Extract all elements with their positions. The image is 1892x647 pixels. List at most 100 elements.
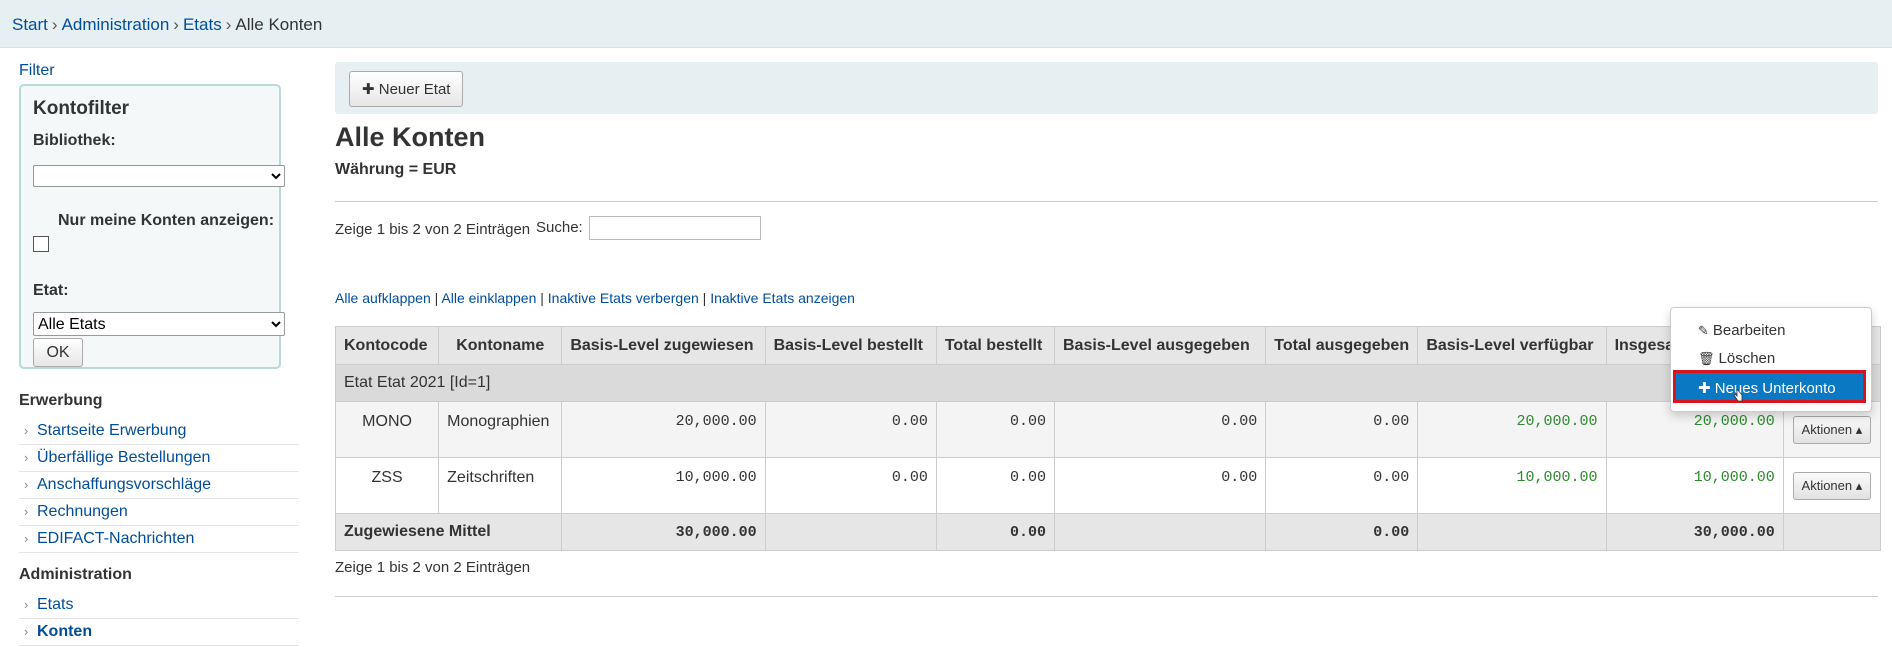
cell-value: 0.00	[935, 457, 1055, 514]
table-row: ZSS Zeitschriften 10,000.00 0.00 0.00 0.…	[334, 457, 1882, 514]
column-header[interactable]: Total bestellt	[935, 326, 1055, 365]
total-value: 0.00	[1265, 513, 1419, 551]
toolbar: ✚ Neuer Etat	[335, 62, 1878, 114]
column-header[interactable]: Kontoname	[438, 326, 563, 365]
chevron-right-icon: ›	[24, 477, 29, 492]
etat-label: Etat:	[33, 282, 69, 299]
cell-value: 0.00	[1053, 401, 1267, 458]
search-label: Suche:	[536, 219, 583, 236]
divider	[335, 596, 1878, 597]
nav-item-invoices[interactable]: › Rechnungen	[19, 499, 299, 526]
table-row: MONO Monographien 20,000.00 0.00 0.00 0.…	[334, 401, 1882, 458]
etat-select[interactable]: Alle Etats	[33, 312, 285, 336]
nav-item-label[interactable]: EDIFACT-Nachrichten	[37, 530, 194, 547]
column-header[interactable]: Basis-Level zugewiesen	[561, 326, 766, 365]
breadcrumb-separator: ›	[173, 15, 179, 34]
menu-item-label: Bearbeiten	[1712, 322, 1786, 339]
new-etat-button[interactable]: ✚ Neuer Etat	[349, 71, 464, 107]
column-header[interactable]: Basis-Level bestellt	[764, 326, 937, 365]
show-inactive-link[interactable]: Inaktive Etats anzeigen	[710, 290, 855, 306]
breadcrumb-bar: Start › Administration › Etats › Alle Konten	[0, 0, 1892, 48]
column-header[interactable]: Basis-Level ausgegeben	[1053, 326, 1267, 365]
column-header[interactable]: Basis-Level verfügbar	[1417, 326, 1607, 365]
cell-value: 0.00	[935, 401, 1055, 458]
filter-title: Kontofilter	[33, 98, 130, 119]
nav-item-etats[interactable]: › Etats	[19, 592, 299, 619]
nav-item-label[interactable]: Startseite Erwerbung	[37, 422, 186, 439]
menu-item-label: Löschen	[1718, 350, 1776, 367]
sidebar: Filter Kontofilter Bibliothek: Nur meine…	[19, 62, 299, 646]
plus-icon: ✚	[1698, 380, 1711, 397]
account-filter-box: Kontofilter Bibliothek: Nur meine Konten…	[19, 84, 285, 369]
expand-all-link[interactable]: Alle aufklappen	[335, 290, 431, 306]
nav-item-label[interactable]: Etats	[37, 596, 73, 613]
filter-link[interactable]: Filter	[19, 62, 55, 79]
cell-value: 10,000.00	[561, 457, 766, 514]
breadcrumb-separator: ›	[225, 15, 232, 34]
library-label: Bibliothek:	[33, 132, 116, 149]
total-row: Zugewiesene Mittel 30,000.00 0.00 0.00 3…	[334, 513, 1882, 551]
chevron-right-icon: ›	[24, 531, 29, 546]
chevron-right-icon: ›	[24, 450, 29, 465]
new-etat-label: Neuer Etat	[378, 81, 451, 98]
cell-value: 10,000.00	[1417, 457, 1607, 514]
cell-value: 0.00	[764, 401, 937, 458]
total-value: 30,000.00	[1605, 513, 1784, 551]
breadcrumb-administration[interactable]: Administration	[62, 15, 170, 34]
filter-links: Alle aufklappen | Alle einklappen | Inak…	[335, 290, 855, 306]
nav-item-acquisition-home[interactable]: › Startseite Erwerbung	[19, 418, 299, 445]
cell-value: 0.00	[764, 457, 937, 514]
link-separator: |	[540, 290, 544, 306]
cell-value: 0.00	[1053, 457, 1267, 514]
nav-item-label[interactable]: Konten	[37, 623, 92, 640]
actions-button[interactable]: Aktionen ▴	[1792, 471, 1872, 500]
accounts-table: Kontocode Kontoname Basis-Level zugewies…	[334, 326, 1882, 551]
total-empty	[764, 513, 937, 551]
breadcrumb-start[interactable]: Start	[12, 15, 48, 34]
library-select[interactable]	[33, 165, 285, 187]
nav-item-label[interactable]: Überfällige Bestellungen	[37, 449, 210, 466]
divider	[335, 201, 1878, 202]
nav-item-late-orders[interactable]: › Überfällige Bestellungen	[19, 445, 299, 472]
total-value: 0.00	[935, 513, 1055, 551]
breadcrumb: Start › Administration › Etats › Alle Konten	[12, 15, 322, 35]
column-header[interactable]: Total ausgegeben	[1265, 326, 1419, 365]
chevron-right-icon: ›	[24, 504, 29, 519]
ok-button[interactable]: OK	[33, 338, 83, 367]
table-header-row: Kontocode Kontoname Basis-Level zugewies…	[334, 326, 1882, 365]
column-header[interactable]: Kontocode	[334, 326, 440, 365]
nav-item-label[interactable]: Anschaffungsvorschläge	[37, 476, 211, 493]
menu-item-new-subaccount[interactable]: ✚ Neues Unterkonto	[1673, 370, 1866, 403]
plus-icon: ✚	[362, 81, 375, 98]
nav-item-label[interactable]: Rechnungen	[37, 503, 128, 520]
page-title: Alle Konten	[335, 122, 486, 152]
budget-group-row[interactable]: Etat Etat 2021 [Id=1]	[335, 364, 1881, 402]
cell-value: 20,000.00	[1417, 401, 1607, 458]
only-mine-checkbox[interactable]	[33, 236, 49, 252]
mouse-cursor-icon	[1733, 389, 1743, 402]
cell-name: Monographien	[438, 401, 563, 458]
table-info-bottom: Zeige 1 bis 2 von 2 Einträgen	[335, 559, 531, 576]
menu-item-delete[interactable]: 🗑 Löschen	[1698, 350, 1775, 367]
nav-item-suggestions[interactable]: › Anschaffungsvorschläge	[19, 472, 299, 499]
cell-value: 10,000.00	[1605, 457, 1784, 514]
menu-item-edit[interactable]: ✎ Bearbeiten	[1698, 322, 1785, 339]
total-empty	[1782, 513, 1882, 551]
collapse-all-link[interactable]: Alle einklappen	[441, 290, 536, 306]
hide-inactive-link[interactable]: Inaktive Etats verbergen	[548, 290, 699, 306]
actions-button[interactable]: Aktionen ▴	[1792, 415, 1872, 444]
breadcrumb-current: Alle Konten	[235, 15, 323, 34]
section-admin-heading: Administration	[19, 566, 132, 583]
nav-item-edifact[interactable]: › EDIFACT-Nachrichten	[19, 526, 299, 553]
chevron-right-icon: ›	[24, 624, 29, 639]
breadcrumb-etats[interactable]: Etats	[183, 15, 222, 34]
currency-info: Währung = EUR	[335, 161, 457, 178]
chevron-right-icon: ›	[24, 597, 29, 612]
chevron-right-icon: ›	[24, 423, 29, 438]
search-input[interactable]	[589, 216, 761, 240]
nav-item-konten[interactable]: › Konten	[19, 619, 299, 646]
cell-code: MONO	[334, 401, 440, 458]
cell-code: ZSS	[334, 457, 440, 514]
total-value: 30,000.00	[561, 513, 766, 551]
link-separator: |	[702, 290, 707, 306]
